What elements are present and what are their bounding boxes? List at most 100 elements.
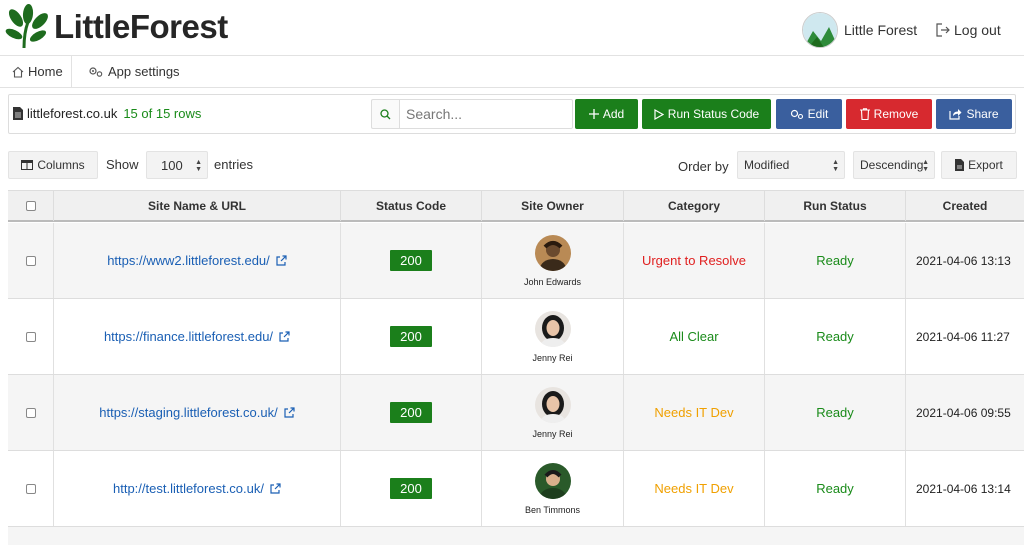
entries-value: 100 — [161, 157, 183, 173]
site-name: littleforest.co.uk — [27, 106, 118, 121]
gears-icon — [790, 109, 803, 119]
direction-value: Descending — [860, 158, 924, 172]
status-code-cell: 200 — [341, 375, 482, 450]
order-value: Modified — [744, 158, 790, 172]
created-text: 2021-04-06 09:55 — [916, 405, 1011, 420]
site-url-text: http://test.littleforest.co.uk/ — [112, 481, 264, 496]
owner-name: John Edwards — [523, 276, 582, 287]
search-input[interactable] — [399, 99, 573, 129]
columns-button[interactable]: Columns — [8, 151, 98, 179]
remove-label: Remove — [873, 107, 919, 121]
row-checkbox[interactable] — [25, 331, 36, 342]
user-menu[interactable]: Little Forest — [802, 12, 917, 48]
logo[interactable]: LittleForest — [4, 4, 228, 50]
site-url-cell: https://finance.littleforest.edu/ — [54, 299, 341, 374]
columns-label: Columns — [37, 158, 85, 172]
entries-select[interactable]: 100 ▲ ▼ — [146, 151, 208, 179]
run-status-code-button[interactable]: Run Status Code — [642, 99, 771, 129]
logout-button[interactable]: Log out — [936, 22, 1001, 38]
category-text: Needs IT Dev — [654, 481, 734, 496]
nav-app-settings[interactable]: App settings — [82, 56, 186, 87]
status-code-badge: 200 — [390, 326, 432, 347]
site-url-link[interactable]: https://staging.littleforest.co.uk/ — [99, 405, 295, 420]
owner-cell: Ben Timmons — [482, 451, 624, 526]
avatar — [534, 310, 571, 347]
owner-name: Ben Timmons — [524, 504, 581, 515]
status-code-cell: 200 — [341, 223, 482, 298]
row-checkbox[interactable] — [25, 255, 36, 266]
created-cell: 2021-04-06 13:13 — [906, 223, 1024, 298]
edit-button[interactable]: Edit — [776, 99, 842, 129]
direction-select[interactable]: Descending ▲ ▼ — [853, 151, 935, 179]
header-created[interactable]: Created — [906, 191, 1024, 221]
created-text: 2021-04-06 13:13 — [916, 253, 1011, 268]
search-icon — [380, 108, 391, 119]
header-category[interactable]: Category — [624, 191, 765, 221]
run-status-cell: Ready — [765, 451, 906, 526]
select-all-checkbox[interactable] — [25, 201, 36, 211]
play-icon — [654, 108, 664, 120]
share-button[interactable]: Share — [936, 99, 1012, 129]
table-row: https://www2.littleforest.edu/ 200 John … — [8, 223, 1024, 299]
site-url-link[interactable]: https://finance.littleforest.edu/ — [104, 329, 290, 344]
row-checkbox[interactable] — [25, 483, 36, 494]
run-status-text: Ready — [816, 329, 854, 344]
nav-home[interactable]: Home — [6, 56, 72, 87]
order-by-select[interactable]: Modified ▲ ▼ — [737, 151, 845, 179]
remove-button[interactable]: Remove — [846, 99, 932, 129]
toolbar: littleforest.co.uk 15 of 15 rows Add Run… — [8, 94, 1016, 134]
external-link-icon — [276, 255, 287, 266]
user-avatar-icon — [803, 13, 837, 47]
table-row: https://finance.littleforest.edu/ 200 Je… — [8, 299, 1024, 375]
category-text: Urgent to Resolve — [641, 253, 747, 268]
row-select-cell — [8, 451, 54, 526]
logo-text: LittleForest — [54, 8, 228, 45]
site-url-cell: http://test.littleforest.co.uk/ — [54, 451, 341, 526]
category-cell: Urgent to Resolve — [624, 223, 765, 298]
select-arrows-icon: ▲ ▼ — [832, 159, 839, 173]
nav-home-label: Home — [28, 64, 63, 79]
owner-cell: Jenny Rei — [482, 375, 624, 450]
edit-label: Edit — [807, 107, 829, 121]
table-row — [8, 527, 1024, 545]
category-cell: All Clear — [624, 299, 765, 374]
header-run-status[interactable]: Run Status — [765, 191, 906, 221]
status-code-badge: 200 — [390, 250, 432, 271]
export-button[interactable]: Export — [941, 151, 1017, 179]
site-url-link[interactable]: https://www2.littleforest.edu/ — [107, 253, 287, 268]
export-label: Export — [968, 158, 1003, 172]
order-by-label: Order by — [678, 159, 729, 174]
home-icon — [12, 66, 24, 78]
select-all-cell — [8, 191, 54, 221]
site-url-cell: https://www2.littleforest.edu/ — [54, 223, 341, 298]
category-text: Needs IT Dev — [654, 405, 734, 420]
status-code-badge: 200 — [390, 402, 432, 423]
run-status-cell: Ready — [765, 299, 906, 374]
leaf-logo-icon — [5, 4, 48, 49]
table-header: Site Name & URL Status Code Site Owner C… — [8, 190, 1024, 222]
header-site-name[interactable]: Site Name & URL — [54, 191, 341, 221]
created-cell: 2021-04-06 13:14 — [906, 451, 1024, 526]
run-status-text: Ready — [816, 405, 854, 420]
add-button[interactable]: Add — [575, 99, 638, 129]
search-button[interactable] — [371, 99, 399, 129]
site-url-link[interactable]: http://test.littleforest.co.uk/ — [113, 481, 281, 496]
run-label: Run Status Code — [667, 107, 760, 121]
app-header: LittleForest Little Forest Log out — [0, 0, 1024, 56]
owner-avatar-icon — [534, 234, 571, 271]
document-icon — [13, 107, 23, 120]
select-arrows-icon: ▲ ▼ — [195, 159, 202, 173]
created-cell: 2021-04-06 11:27 — [906, 299, 1024, 374]
avatar — [534, 234, 571, 271]
columns-icon — [21, 160, 34, 170]
header-site-owner[interactable]: Site Owner — [482, 191, 624, 221]
header-status-code[interactable]: Status Code — [341, 191, 482, 221]
status-code-badge: 200 — [390, 478, 432, 499]
user-name: Little Forest — [844, 22, 918, 38]
status-code-cell: 200 — [341, 451, 482, 526]
row-checkbox[interactable] — [25, 407, 36, 418]
owner-avatar-icon — [534, 310, 571, 347]
nav-settings-label: App settings — [108, 64, 180, 79]
created-text: 2021-04-06 13:14 — [916, 481, 1011, 496]
table-row: https://staging.littleforest.co.uk/ 200 … — [8, 375, 1024, 451]
